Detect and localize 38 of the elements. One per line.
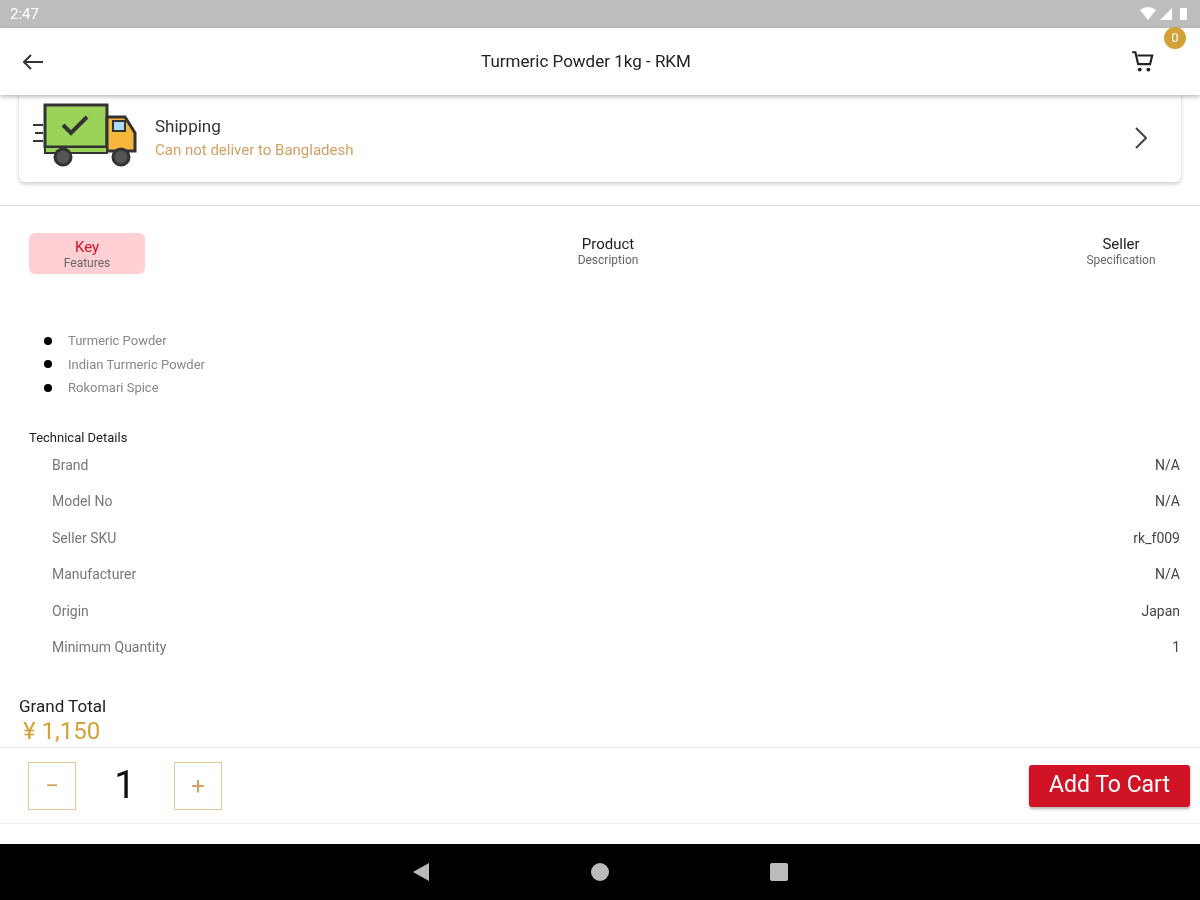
detail-label: Minimum Quantity [52,638,167,658]
back-icon[interactable] [22,52,44,71]
detail-label: Origin [52,601,89,621]
detail-value: N/A [1155,492,1180,512]
detail-value: Japan [1141,601,1180,621]
detail-value: N/A [1155,565,1180,585]
detail-label: Model No [52,492,113,512]
section-heading: Technical Details [29,428,129,447]
status-time: 2:47 [10,3,39,25]
feature-text: Turmeric Powder [68,332,167,350]
grand-total-label: Grand Total [19,695,108,717]
back-nav-icon[interactable] [412,862,430,882]
feature-text: Rokomari Spice [68,379,159,397]
bullet-icon [44,383,52,392]
tab[interactable]: Product Description [558,233,658,269]
feature-text: Indian Turmeric Powder [68,355,205,374]
home-nav-icon[interactable] [590,862,610,882]
detail-label: Seller SKU [52,528,117,548]
shipping-title: Shipping [155,114,222,138]
delivery-truck-icon [33,102,139,169]
detail-value: 1 [1172,638,1180,658]
tab[interactable]: Seller Specification [1071,233,1171,269]
shipping-card[interactable]: Shipping Can not deliver to Bangladesh [19,95,1181,182]
quantity-value: 1 [113,762,137,809]
tab[interactable]: Key Features [29,233,145,274]
detail-label: Manufacturer [52,565,137,585]
add-to-cart-button[interactable]: Add To Cart [1029,764,1190,807]
page-title: Turmeric Powder 1kg - RKM [480,49,692,73]
grand-total-amount: ¥ 1,150 [23,717,102,745]
detail-value: rk_f009 [1133,528,1180,548]
detail-value: N/A [1155,455,1180,475]
bullet-icon [44,336,52,345]
detail-label: Brand [52,455,89,475]
cart-count-badge: 0 [1164,26,1186,49]
status-icons [1140,7,1190,21]
chevron-right-icon [1135,126,1147,149]
shipping-message: Can not deliver to Bangladesh [155,140,355,161]
bullet-icon [44,360,52,369]
